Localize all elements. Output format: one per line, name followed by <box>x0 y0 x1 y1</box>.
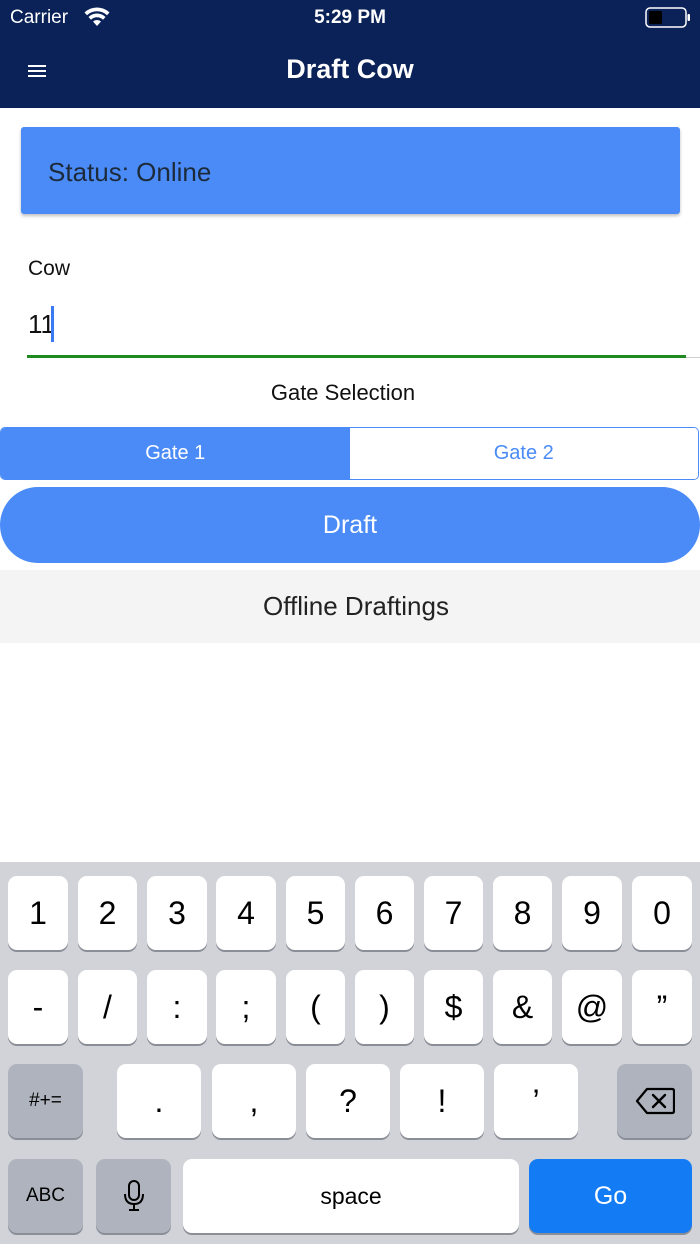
dictation-key[interactable] <box>96 1159 171 1233</box>
key-5[interactable]: 5 <box>286 876 345 950</box>
offline-draftings-button[interactable]: Offline Draftings <box>0 570 700 643</box>
draft-button[interactable]: Draft <box>0 487 700 563</box>
abc-key[interactable]: ABC <box>8 1159 83 1233</box>
key-at[interactable]: @ <box>562 970 622 1044</box>
go-key[interactable]: Go <box>529 1159 692 1233</box>
cow-input[interactable] <box>27 300 686 358</box>
key-quote[interactable]: ” <box>632 970 692 1044</box>
key-7[interactable]: 7 <box>424 876 483 950</box>
key-0[interactable]: 0 <box>632 876 692 950</box>
key-period[interactable]: . <box>117 1064 201 1138</box>
key-3[interactable]: 3 <box>147 876 207 950</box>
symbols-key[interactable]: #+= <box>8 1064 83 1138</box>
cow-label: Cow <box>28 257 71 280</box>
key-hyphen[interactable]: - <box>8 970 68 1044</box>
status-bar: Carrier 5:29 PM <box>0 0 700 36</box>
key-9[interactable]: 9 <box>562 876 622 950</box>
app-header: Carrier 5:29 PM Draft Cow <box>0 0 700 108</box>
key-1[interactable]: 1 <box>8 876 68 950</box>
key-ampersand[interactable]: & <box>493 970 552 1044</box>
key-apostrophe[interactable]: ’ <box>494 1064 578 1138</box>
key-6[interactable]: 6 <box>355 876 414 950</box>
key-colon[interactable]: : <box>147 970 207 1044</box>
key-question[interactable]: ? <box>306 1064 390 1138</box>
page-title: Draft Cow <box>286 54 414 84</box>
key-semicolon[interactable]: ; <box>216 970 276 1044</box>
text-cursor <box>51 306 54 342</box>
key-4[interactable]: 4 <box>216 876 276 950</box>
backspace-key[interactable] <box>617 1064 692 1138</box>
key-close-paren[interactable]: ) <box>355 970 414 1044</box>
gate-segmented-control: Gate 1 Gate 2 <box>0 427 699 480</box>
key-2[interactable]: 2 <box>78 876 137 950</box>
microphone-icon <box>123 1180 144 1211</box>
status-card: Status: Online <box>21 127 680 214</box>
key-comma[interactable]: , <box>212 1064 296 1138</box>
key-slash[interactable]: / <box>78 970 137 1044</box>
key-dollar[interactable]: $ <box>424 970 483 1044</box>
key-8[interactable]: 8 <box>493 876 552 950</box>
battery-icon <box>645 7 690 28</box>
backspace-icon <box>635 1087 675 1115</box>
numeric-keyboard: 1 2 3 4 5 6 7 8 9 0 - / : ; ( ) $ & @ ” … <box>0 862 700 1244</box>
status-text: Status: Online <box>48 157 212 187</box>
gate-2-segment[interactable]: Gate 2 <box>349 428 698 479</box>
gate-1-segment[interactable]: Gate 1 <box>1 428 350 479</box>
space-key[interactable]: space <box>183 1159 519 1233</box>
key-exclamation[interactable]: ! <box>400 1064 484 1138</box>
clock: 5:29 PM <box>314 7 386 28</box>
divider <box>686 357 700 358</box>
gate-selection-title: Gate Selection <box>270 380 416 405</box>
key-open-paren[interactable]: ( <box>286 970 345 1044</box>
